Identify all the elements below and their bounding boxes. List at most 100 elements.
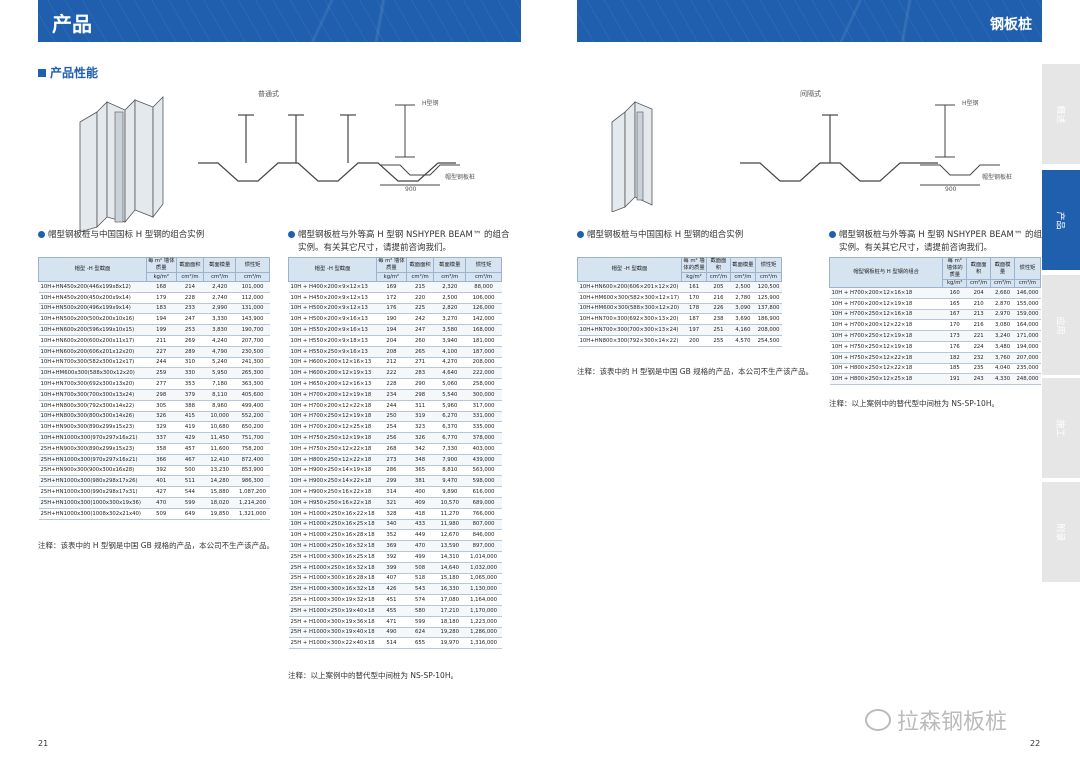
table-cell: 4,790 <box>203 346 236 358</box>
table-cell: 14,310 <box>433 551 466 563</box>
table-cell: 216 <box>706 292 731 304</box>
table-cell: 25H+HN1000x300(970x297x16x21) <box>38 454 147 466</box>
column-header: 每 m² 墙体的质量 <box>942 257 968 280</box>
table-cell: 415 <box>176 411 204 423</box>
table-cell: 216 <box>966 319 991 332</box>
table-cell: 250 <box>376 411 407 423</box>
table-cell: 212 <box>376 357 407 369</box>
table-cell: 751,700 <box>235 432 270 444</box>
table-cell: 10H + H750×250×12×19×18 <box>829 341 943 353</box>
side-tab-3[interactable]: 应用 <box>1042 275 1080 375</box>
table-cell: 230,500 <box>235 346 270 358</box>
table-cell: 12,670 <box>433 529 466 542</box>
table-cell: 490 <box>376 627 407 639</box>
table-cell: 10H+HN600×200(606×201×12×20) <box>577 281 682 293</box>
table-cell: 187 <box>681 313 707 326</box>
table-cell: 392 <box>146 465 177 477</box>
table-row: 10H+HN450x200(446x199x8x12) 168 214 2,420 10… <box>38 281 270 293</box>
table-cell: 10H+HN600x200(596x199x10x15) <box>38 324 147 336</box>
section-title: 产品性能 <box>38 64 98 81</box>
table-cell: 2,320 <box>433 281 466 293</box>
table-cell: 758,200 <box>235 443 270 455</box>
table-cell: 25H + H1000×300×16×32×18 <box>288 583 377 596</box>
table-cell: 9,890 <box>433 486 466 498</box>
table-cell: 2,990 <box>203 303 236 315</box>
table-cell: 986,300 <box>235 475 270 488</box>
table-cell: 10H+HN800×300(792×300×14×22) <box>577 335 682 347</box>
table-cell: 401 <box>146 475 177 488</box>
table-cell: 5,950 <box>203 367 236 380</box>
column-header: 惯性矩 <box>755 257 782 273</box>
table-cell: 379 <box>176 389 204 401</box>
unit-header: cm⁴/m <box>465 272 502 282</box>
table-row: 10H + H700×250×12×19×18 250 319 6,270 331,00… <box>288 411 502 423</box>
table-cell: 365 <box>406 465 434 477</box>
table-cell: 207,700 <box>235 335 270 347</box>
table-cell: 5,240 <box>203 357 236 369</box>
data-table: 帽型 -H 型截面每 m² 墙体的质量 截面面积 截面模量 惯性矩 kg/m² cm²/m… <box>577 257 782 347</box>
table-row: 10H+HN450x200(450x200x9x14) 179 228 2,740 11… <box>38 292 270 304</box>
table-cell: 15,880 <box>203 486 236 498</box>
table-cell: 6,370 <box>433 421 466 434</box>
table-cell: 3,330 <box>203 313 236 326</box>
table-cell: 11,600 <box>203 443 236 455</box>
unit-header: kg/m² <box>942 279 968 288</box>
table-row: 25H + H1000×300×16×25×18 392 499 14,310 1,01… <box>288 551 502 563</box>
table-cell: 2,420 <box>203 281 236 293</box>
side-tab-4[interactable]: 施工 <box>1042 378 1080 478</box>
column-header: 每 m² 墙体的质量 <box>680 257 708 273</box>
table-cell: 10,000 <box>203 411 236 423</box>
table-row: 10H+HN800x300(792x300x14x22) 305 388 8,960 4… <box>38 400 270 412</box>
table-cell: 689,000 <box>465 497 502 509</box>
table-cell: 15,180 <box>433 573 466 585</box>
table-cell: 254 <box>376 421 407 434</box>
table-cell: 19,280 <box>433 627 466 639</box>
column-header: 截面模量 <box>203 257 237 273</box>
table-cell: 340 <box>376 519 407 531</box>
table-cell: 10H + H1000×250×16×28×18 <box>288 529 377 542</box>
table-cell: 283 <box>406 367 434 380</box>
table-cell: 120,500 <box>755 281 782 293</box>
table-cell: 853,900 <box>235 465 270 477</box>
table-cell: 258,000 <box>465 378 502 390</box>
table-cell: 10H + H450×200×9×12×13 <box>288 292 377 304</box>
table-cell: 5,060 <box>433 378 466 390</box>
column-header: 截面面积 <box>175 257 205 273</box>
table-cell: 310 <box>176 357 204 369</box>
table-cell: 4,040 <box>990 363 1015 375</box>
table-cell: 10H + H900×250×14×22×18 <box>288 475 377 488</box>
table-cell: 7,330 <box>433 443 466 455</box>
table-cell: 319 <box>406 411 434 423</box>
table-note: 注释：该表中的 H 型钢是中国 GB 规格的产品，本公司不生产该产品。 <box>577 367 814 376</box>
table-cell: 305 <box>146 400 177 412</box>
table-cell: 467 <box>176 454 204 466</box>
table-cell: 407 <box>376 573 407 585</box>
table-cell: 25H + H1000×300×22×40×18 <box>288 637 377 650</box>
table-cell: 766,000 <box>465 508 502 520</box>
table-cell: 897,000 <box>465 540 502 552</box>
side-tab-5[interactable]: 附录 <box>1042 482 1080 582</box>
table-cell: 25H+HN1000x300(1008x302x21x40) <box>38 508 147 520</box>
side-tab-2[interactable]: 产品 <box>1042 170 1080 270</box>
table-cell: 19,970 <box>433 637 466 650</box>
table-cell: 25H+HN900x300(890x299x15x23) <box>38 443 147 455</box>
table-cell: 2,660 <box>990 287 1015 299</box>
table-cell: 392 <box>376 551 407 563</box>
bullet-icon <box>829 231 836 238</box>
table-cell: 298 <box>406 389 434 401</box>
table-cell: 194 <box>146 313 177 326</box>
side-tab-1[interactable]: 概述 <box>1042 64 1080 164</box>
table-row: 25H + H1000×250×16×32×18 399 508 14,640 1,03… <box>288 562 502 574</box>
table-cell: 3,760 <box>990 352 1015 364</box>
column-header: 帽型 -H 型截面 <box>287 257 378 282</box>
table-row: 10H + H950×250×16×22×18 321 409 10,570 689,0… <box>288 497 502 509</box>
table-cell: 326 <box>406 432 434 444</box>
table-cell: 16,330 <box>433 583 466 596</box>
table-note: 注释：以上案例中的替代型中间桩为 NS-SP-10H。 <box>829 399 999 408</box>
sheet-label: 帽型钢板桩 <box>445 173 475 181</box>
table-row: 10H + H550×200×9×16×13 194 247 3,580 168,000 <box>288 324 502 336</box>
table-cell: 409 <box>406 497 434 509</box>
column-header: 帽型钢板桩与 H 型钢的组合 <box>828 257 944 288</box>
unit-header: cm²/m <box>966 279 992 288</box>
table-cell: 11,450 <box>203 432 236 444</box>
